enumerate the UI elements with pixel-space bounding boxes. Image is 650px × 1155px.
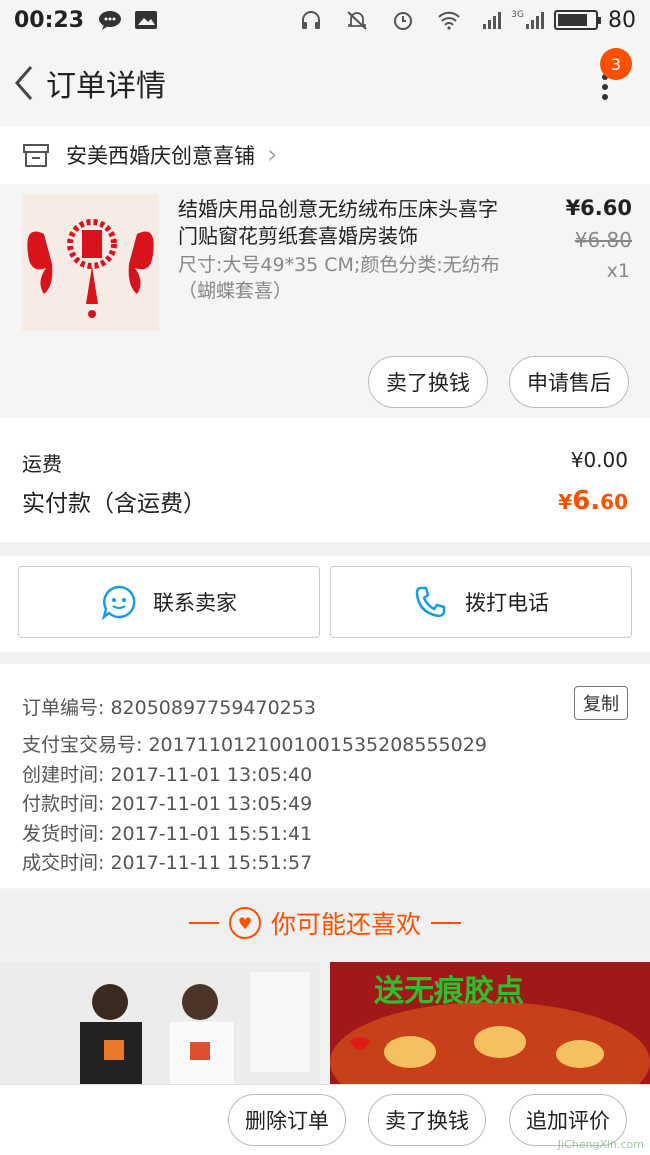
contact-section: 联系卖家 拨打电话 [0,556,650,652]
completed-time: 成交时间: 2017-11-11 15:51:57 [22,852,313,874]
after-sales-button[interactable]: 申请售后 [509,356,629,408]
shipped-time: 发货时间: 2017-11-01 15:51:41 [22,823,313,845]
call-phone-label: 拨打电话 [465,591,549,615]
page-title: 订单详情 [46,69,166,104]
recommend-item[interactable] [0,962,320,1084]
copy-button[interactable]: 复制 [574,686,628,720]
alipay-trade-number: 支付宝交易号: 2017110121001001535208555029 [22,734,487,756]
paid-amount: ¥6.60 [558,486,628,516]
chat-bubble-icon [101,585,136,620]
signal-3g-icon [526,11,544,29]
recommend-header: ♥ 你可能还喜欢 [0,892,650,954]
product-price: ¥6.60 [565,196,632,220]
shop-row[interactable]: 安美西婚庆创意喜铺 › [0,126,650,184]
shipping-label: 运费 [22,452,62,476]
battery-level: 80 [608,7,636,33]
delete-order-button[interactable]: 删除订单 [228,1094,346,1146]
product-spec: 尺寸:大号49*35 CM;颜色分类:无纺布（蝴蝶套喜） [178,254,500,302]
divider-right [431,922,461,924]
product-thumbnail[interactable] [22,194,159,331]
sell-for-cash-button[interactable]: 卖了换钱 [368,356,488,408]
product-quantity: x1 [606,260,630,282]
back-button[interactable] [4,53,44,113]
network-type: 3G [511,9,524,20]
created-time: 创建时间: 2017-11-01 13:05:40 [22,764,313,786]
notification-badge: 3 [600,48,632,80]
shop-name: 安美西婚庆创意喜铺 [66,144,255,168]
paid-integer: 6. [572,486,601,516]
heart-icon: ♥ [228,907,261,939]
sell-for-cash-bottom-button[interactable]: 卖了换钱 [368,1094,486,1146]
bottom-action-bar: 删除订单 卖了换钱 追加评价 JiChengXin.com [0,1084,650,1155]
status-bar: 00:23 3G 80 [0,0,650,40]
chevron-left-icon [15,66,33,100]
signal-icon [483,11,502,29]
chevron-right-icon: › [267,140,278,170]
fee-summary: 运费 ¥0.00 实付款（含运费） ¥6.60 [0,418,650,542]
battery-icon [554,10,601,30]
paid-currency: ¥ [558,490,573,514]
recommend-item[interactable]: 送无痕胶点 [330,962,650,1084]
watermark: JiChengXin.com [557,1138,644,1151]
paid-label: 实付款（含运费） [22,491,206,517]
paid-decimal: 60 [600,490,628,514]
status-time: 00:23 [14,7,85,33]
recommend-title: 你可能还喜欢 [270,910,421,939]
battery-fill [558,14,587,26]
contact-seller-label: 联系卖家 [153,591,237,615]
title-bar: 订单详情 3 [0,40,650,126]
image-notify-icon [134,10,158,30]
headset-icon [299,10,323,30]
order-item[interactable]: 结婚庆用品创意无纺绒布压床头喜字门贴窗花剪纸套喜婚房装饰 尺寸:大号49*35 … [0,184,650,418]
shipping-value: ¥0.00 [570,448,628,472]
product-original-price: ¥6.80 [574,228,632,252]
call-phone-button[interactable]: 拨打电话 [330,566,632,638]
order-info: 订单编号: 82050897759470253 支付宝交易号: 20171101… [0,664,650,888]
promo-text: 送无痕胶点 [374,974,524,1009]
shop-icon [23,144,49,167]
product-title[interactable]: 结婚庆用品创意无纺绒布压床头喜字门贴窗花剪纸套喜婚房装饰 [178,196,513,250]
alarm-icon [391,10,415,30]
mute-icon [345,10,369,30]
phone-icon [415,586,446,618]
divider-left [188,922,219,924]
contact-seller-button[interactable]: 联系卖家 [18,566,320,638]
wifi-icon [437,10,461,30]
paid-time: 付款时间: 2017-11-01 13:05:49 [22,793,313,815]
order-number: 订单编号: 82050897759470253 [22,697,316,719]
chat-icon [98,10,122,30]
